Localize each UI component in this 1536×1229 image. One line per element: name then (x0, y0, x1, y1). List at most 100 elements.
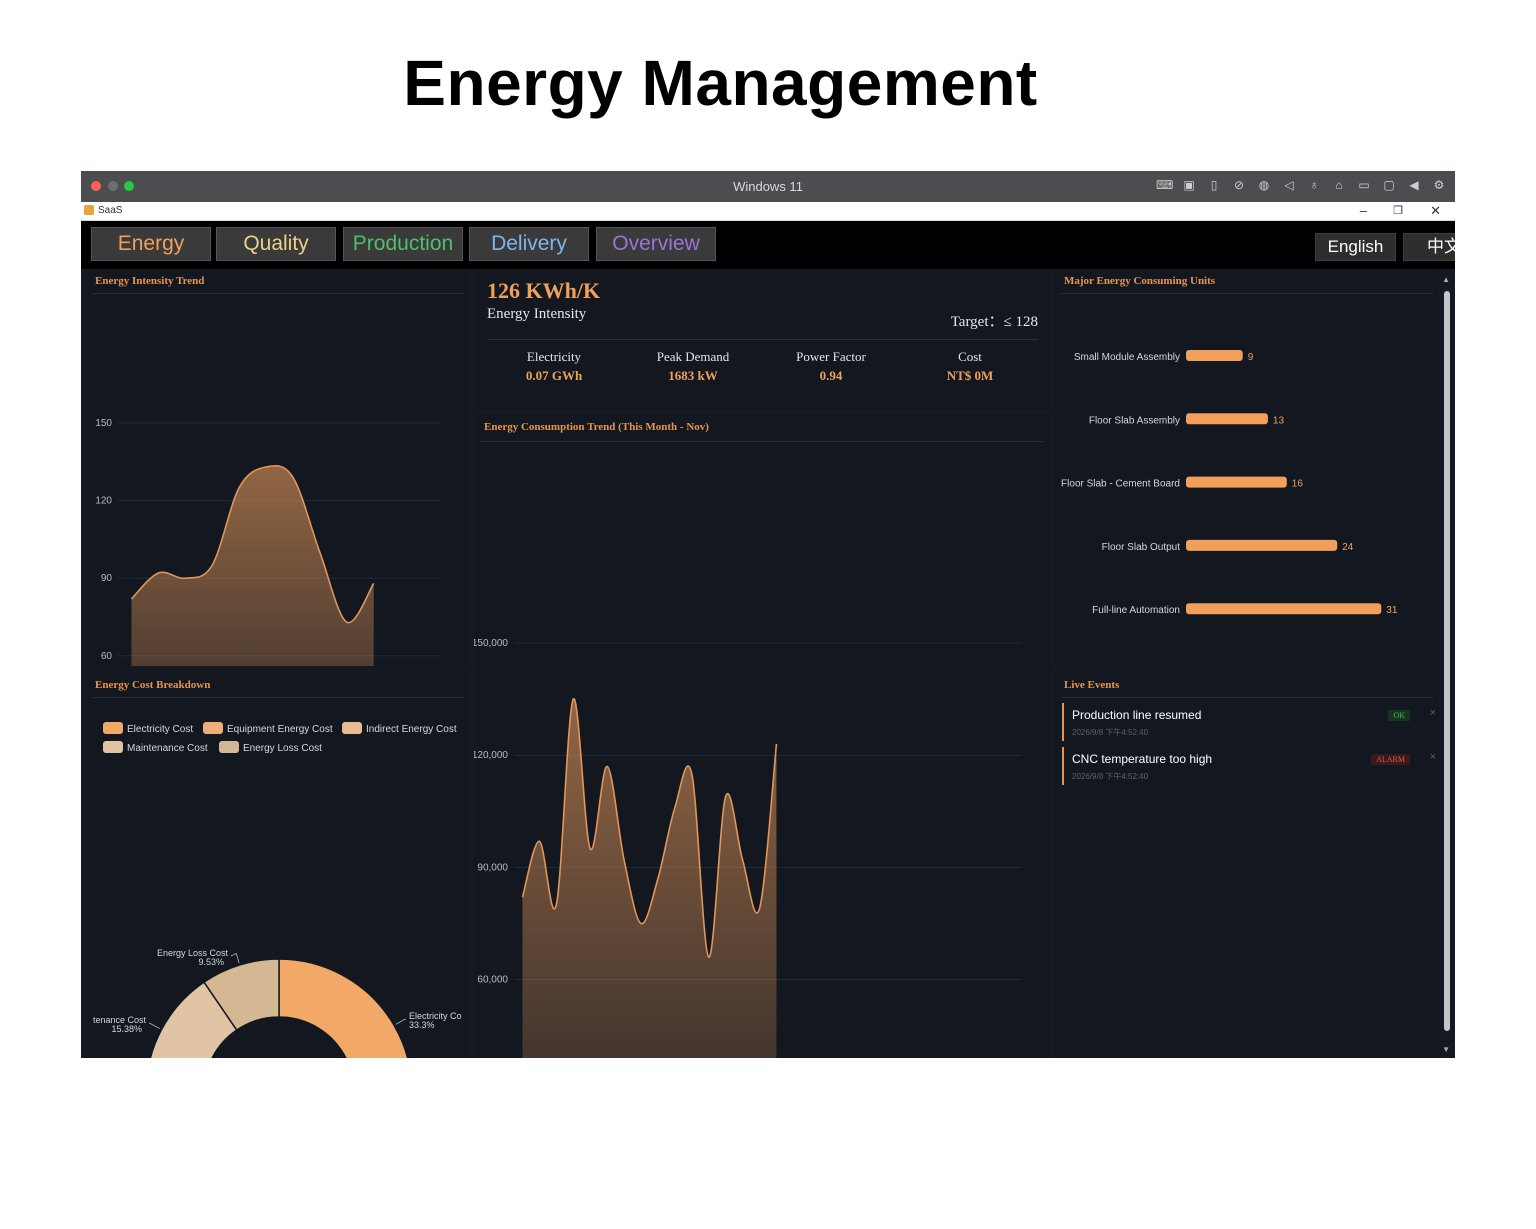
dismiss-icon[interactable]: × (1430, 707, 1436, 719)
vm-toolbar: ⌨ ▣ ▯ ⊘ ◍ ◁ ♁ ⌂ ▭ ▢ ◀ ⚙ (1156, 178, 1447, 193)
keyboard-icon[interactable]: ⌨ (1156, 178, 1173, 193)
metric-label: Peak Demand (656, 349, 730, 364)
tab-delivery[interactable]: Delivery (469, 227, 589, 261)
intensity-trend-panel: Energy Intensity Trend 0306090120150JanF… (86, 270, 469, 666)
bar (1186, 350, 1243, 361)
bar-value-label: 24 (1342, 542, 1354, 553)
language-english-button[interactable]: English (1315, 233, 1396, 261)
bar-category-label: Floor Slab Assembly (1089, 415, 1180, 426)
event-text: CNC temperature too high (1072, 752, 1213, 766)
event-item[interactable]: CNC temperature too high 2026/9/8 下午4:52… (1062, 747, 1436, 785)
bar-value-label: 9 (1248, 352, 1254, 363)
back-icon[interactable]: ◀ (1406, 178, 1422, 193)
target-label: Target：≤ 128 (950, 314, 1038, 330)
bar (1186, 603, 1382, 615)
y-tick-label: 120,000 (474, 750, 508, 761)
legend-label: Energy Loss Cost (243, 743, 322, 754)
y-tick-label: 150,000 (474, 638, 508, 649)
bar (1186, 413, 1268, 425)
status-badge-ok: OK (1388, 710, 1410, 721)
metric-value: 0.07 GWh (525, 368, 583, 383)
metric-label: Cost (958, 349, 982, 364)
legend-swatch (203, 722, 223, 734)
consumption-trend-chart: 030,00060,00090,000120,000150,0000102030… (474, 638, 1022, 1058)
legend-label: Electricity Cost (127, 724, 193, 735)
bar-category-label: Floor Slab Output (1102, 542, 1181, 553)
bar-category-label: Small Module Assembly (1074, 352, 1180, 363)
legend-label: Equipment Energy Cost (227, 724, 333, 735)
no-camera-icon[interactable]: ⊘ (1231, 178, 1247, 193)
tab-energy[interactable]: Energy (91, 227, 211, 261)
restore-icon[interactable]: ❐ (1393, 202, 1403, 220)
metric-electricity: Electricity 0.07 GWh (484, 349, 624, 384)
event-item[interactable]: Production line resumed 2026/9/8 下午4:52:… (1062, 703, 1436, 741)
metric-label: Electricity (526, 349, 582, 364)
metric-value: 0.94 (819, 368, 843, 383)
metric-power-factor: Power Factor 0.94 (761, 349, 901, 384)
y-tick-label: 150 (95, 418, 112, 429)
status-badge-alarm: ALARM (1371, 754, 1410, 765)
os-title-bar: Windows 11 ⌨ ▣ ▯ ⊘ ◍ ◁ ♁ ⌂ ▭ ▢ ◀ ⚙ (81, 171, 1455, 202)
legend-swatch (342, 722, 362, 734)
metric-label: Power Factor (796, 349, 866, 364)
tab-overview[interactable]: Overview (596, 227, 716, 261)
consumption-trend-panel: Energy Consumption Trend (This Month - N… (474, 415, 1050, 1058)
scroll-up-icon[interactable]: ▲ (1442, 275, 1450, 284)
energy-intensity-label: Energy Intensity (487, 306, 587, 322)
kpi-panel: 126 KWh/K Energy Intensity Target：≤ 128 … (474, 270, 1050, 410)
series-area (131, 465, 374, 666)
legend-swatch (219, 741, 239, 753)
y-tick-label: 90,000 (477, 862, 508, 873)
event-time: 2026/9/8 下午4:52:40 (1072, 728, 1149, 737)
app-logo-icon (84, 205, 94, 215)
printer-icon[interactable]: ⌂ (1331, 178, 1347, 193)
metric-cost: Cost NT$ 0M (900, 349, 1040, 384)
event-time: 2026/9/8 下午4:52:40 (1072, 772, 1149, 781)
cpu-icon[interactable]: ▣ (1181, 178, 1197, 193)
major-units-chart: Small Module Assembly 9 Floor Slab Assembl… (1061, 350, 1398, 616)
metric-value: 1683 kW (668, 368, 718, 383)
page-heading: Energy Management (403, 47, 1038, 119)
minimize-icon[interactable]: – (1360, 202, 1367, 220)
app-title-bar: SaaS – ❐ ✕ (81, 202, 1455, 221)
camera-icon[interactable]: ▭ (1356, 178, 1372, 193)
language-chinese-button[interactable]: 中文 (1403, 233, 1455, 261)
bar-category-label: Floor Slab - Cement Board (1061, 479, 1180, 490)
series-area (522, 699, 777, 1058)
settings-gear-icon[interactable]: ⚙ (1431, 178, 1447, 193)
slice-percent-label: 15.38% (111, 1024, 142, 1034)
slice-percent-label: 9.53% (198, 957, 224, 967)
metric-value: NT$ 0M (946, 368, 994, 383)
bar-category-label: Full-line Automation (1092, 605, 1180, 616)
speaker-icon[interactable]: ◁ (1281, 178, 1297, 193)
tab-quality[interactable]: Quality (216, 227, 336, 261)
screen-icon[interactable]: ▢ (1381, 178, 1397, 193)
usb-icon[interactable]: ▯ (1206, 178, 1222, 193)
bar-value-label: 31 (1386, 605, 1398, 616)
slice-leader-line (395, 1018, 407, 1025)
tab-production[interactable]: Production (343, 227, 463, 261)
app-name: SaaS (98, 205, 123, 216)
scroll-down-icon[interactable]: ▼ (1442, 1045, 1450, 1054)
pie-slice (278, 958, 409, 1058)
slice-leader-line (230, 952, 240, 964)
legend-label: Maintenance Cost (127, 743, 208, 754)
microphone-icon[interactable]: ♁ (1306, 178, 1322, 193)
close-icon[interactable]: ✕ (1430, 202, 1441, 220)
os-window: Windows 11 ⌨ ▣ ▯ ⊘ ◍ ◁ ♁ ⌂ ▭ ▢ ◀ ⚙ SaaS … (81, 171, 1455, 1058)
scrollbar-thumb[interactable] (1444, 291, 1450, 1031)
y-tick-label: 90 (101, 573, 113, 584)
metric-peak-demand: Peak Demand 1683 kW (623, 349, 763, 384)
bar (1186, 539, 1338, 551)
bar (1186, 476, 1287, 488)
intensity-trend-chart: 0306090120150JanFebMarAprMayJunJulAugSep… (95, 418, 441, 666)
event-text: Production line resumed (1072, 708, 1202, 722)
panel-title: Live Events (1064, 679, 1120, 691)
bar-value-label: 13 (1273, 415, 1285, 426)
slice-percent-label: 33.3% (409, 1020, 435, 1030)
globe-icon[interactable]: ◍ (1256, 178, 1272, 193)
dismiss-icon[interactable]: × (1430, 751, 1436, 763)
legend-swatch (103, 741, 123, 753)
legend-swatch (103, 722, 123, 734)
bar-value-label: 16 (1292, 479, 1304, 490)
